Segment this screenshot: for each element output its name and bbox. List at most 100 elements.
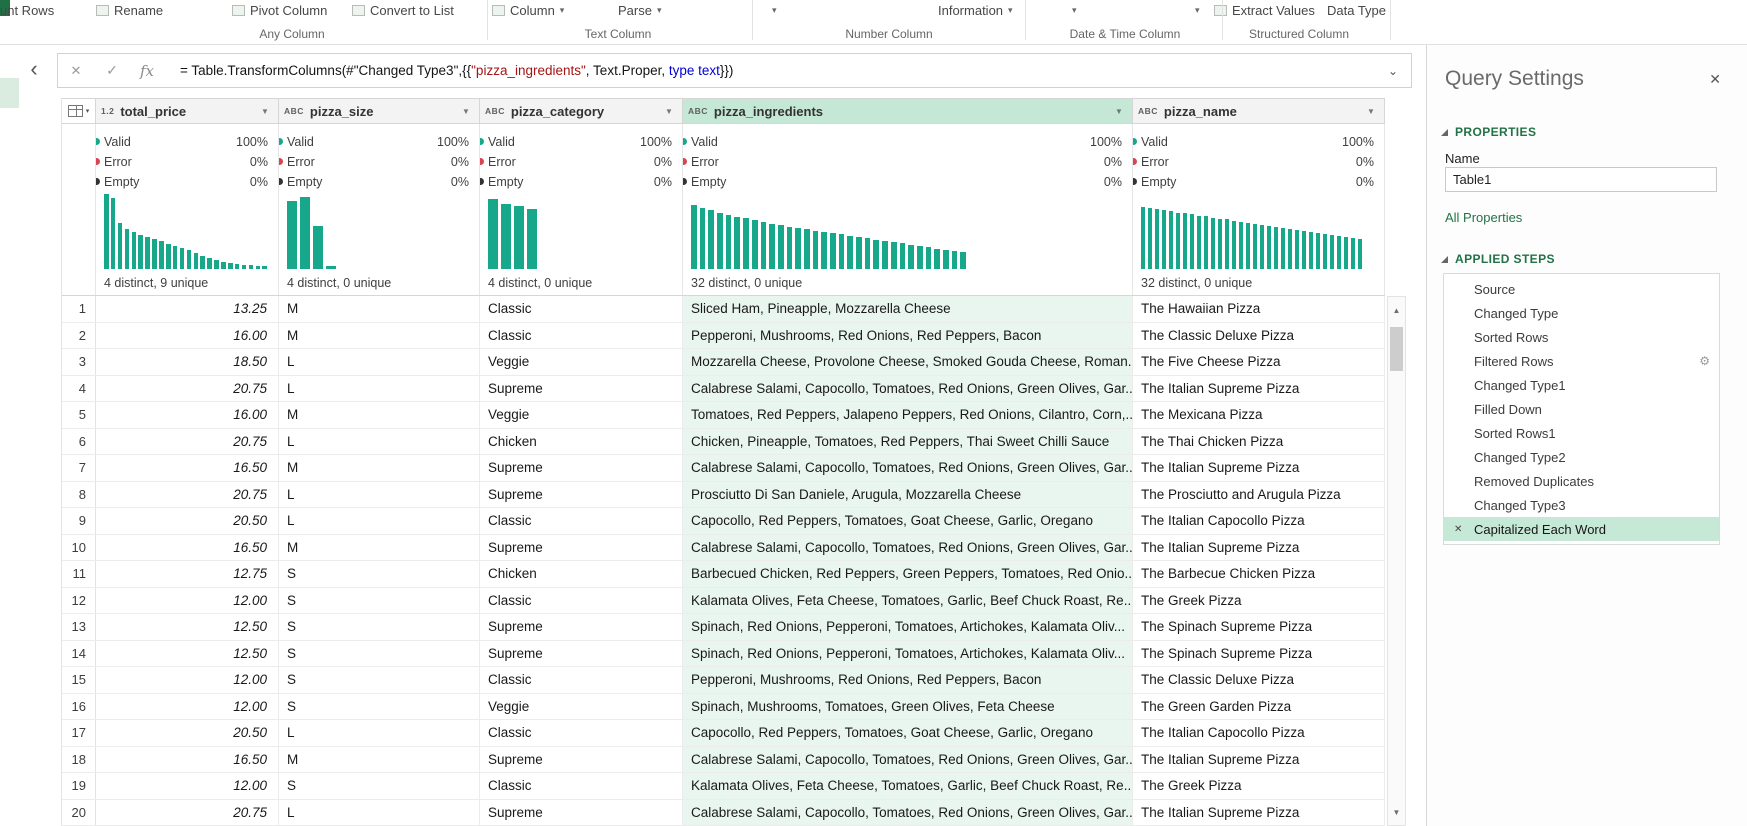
cell-total_price[interactable]: 12.00 [96, 694, 279, 720]
cell-total_price[interactable]: 12.75 [96, 561, 279, 587]
applied-step-filled-down[interactable]: Filled Down [1444, 397, 1719, 421]
query-name-input[interactable] [1445, 167, 1717, 192]
row-number[interactable]: 4 [62, 376, 96, 402]
filter-dropdown-button[interactable]: ▼ [458, 103, 474, 119]
cell-pizza_category[interactable]: Veggie [480, 349, 683, 375]
close-icon[interactable]: ✕ [1709, 71, 1721, 88]
filter-dropdown-button[interactable]: ▼ [257, 103, 273, 119]
cell-pizza_name[interactable]: The Thai Chicken Pizza [1133, 429, 1385, 455]
cell-pizza_ingredients[interactable]: Calabrese Salami, Capocollo, Tomatoes, R… [683, 800, 1133, 826]
row-number[interactable]: 2 [62, 323, 96, 349]
cell-pizza_name[interactable]: The Mexicana Pizza [1133, 402, 1385, 428]
row-number[interactable]: 1 [62, 296, 96, 322]
cell-pizza_category[interactable]: Classic [480, 588, 683, 614]
cell-pizza_name[interactable]: The Barbecue Chicken Pizza [1133, 561, 1385, 587]
cell-pizza_category[interactable]: Veggie [480, 402, 683, 428]
cell-pizza_ingredients[interactable]: Mozzarella Cheese, Provolone Cheese, Smo… [683, 349, 1133, 375]
cell-pizza_name[interactable]: The Spinach Supreme Pizza [1133, 614, 1385, 640]
ribbon-dropdown-caret[interactable]: ▾ [1072, 1, 1077, 19]
cell-pizza_category[interactable]: Supreme [480, 482, 683, 508]
cell-pizza_category[interactable]: Supreme [480, 614, 683, 640]
cell-pizza_size[interactable]: S [279, 561, 480, 587]
collapse-queries-pane-button[interactable]: ‹ [22, 56, 46, 82]
cell-total_price[interactable]: 16.50 [96, 535, 279, 561]
cell-pizza_ingredients[interactable]: Calabrese Salami, Capocollo, Tomatoes, R… [683, 455, 1133, 481]
cell-pizza_category[interactable]: Supreme [480, 641, 683, 667]
cell-pizza_name[interactable]: The Hawaiian Pizza [1133, 296, 1385, 322]
cell-pizza_category[interactable]: Classic [480, 508, 683, 534]
ribbon-button-column[interactable]: Column▾ [492, 1, 564, 19]
cell-pizza_name[interactable]: The Spinach Supreme Pizza [1133, 641, 1385, 667]
formula-expand-button[interactable]: ⌄ [1375, 64, 1411, 78]
cell-pizza_size[interactable]: S [279, 773, 480, 799]
applied-step-changed-type1[interactable]: Changed Type1 [1444, 373, 1719, 397]
cell-pizza_name[interactable]: The Italian Supreme Pizza [1133, 376, 1385, 402]
cell-pizza_category[interactable]: Supreme [480, 455, 683, 481]
ribbon-button-parse[interactable]: Parse▾ [618, 1, 662, 19]
cell-pizza_name[interactable]: The Italian Supreme Pizza [1133, 455, 1385, 481]
properties-section-header[interactable]: PROPERTIES [1441, 125, 1536, 139]
cell-pizza_name[interactable]: The Classic Deluxe Pizza [1133, 323, 1385, 349]
cell-pizza_size[interactable]: L [279, 508, 480, 534]
applied-step-capitalized-each-word[interactable]: ✕Capitalized Each Word [1444, 517, 1719, 541]
cell-pizza_size[interactable]: M [279, 296, 480, 322]
cell-pizza_size[interactable]: S [279, 588, 480, 614]
cell-pizza_ingredients[interactable]: Pepperoni, Mushrooms, Red Onions, Red Pe… [683, 667, 1133, 693]
cell-pizza_category[interactable]: Veggie [480, 694, 683, 720]
cell-pizza_ingredients[interactable]: Chicken, Pineapple, Tomatoes, Red Pepper… [683, 429, 1133, 455]
cell-pizza_name[interactable]: The Green Garden Pizza [1133, 694, 1385, 720]
cell-pizza_ingredients[interactable]: Capocollo, Red Peppers, Tomatoes, Goat C… [683, 508, 1133, 534]
cell-total_price[interactable]: 12.50 [96, 641, 279, 667]
cell-pizza_name[interactable]: The Prosciutto and Arugula Pizza [1133, 482, 1385, 508]
cell-pizza_size[interactable]: L [279, 429, 480, 455]
row-number[interactable]: 3 [62, 349, 96, 375]
cell-pizza_ingredients[interactable]: Barbecued Chicken, Red Peppers, Green Pe… [683, 561, 1133, 587]
cell-total_price[interactable]: 20.50 [96, 720, 279, 746]
cell-pizza_name[interactable]: The Greek Pizza [1133, 773, 1385, 799]
cell-pizza_ingredients[interactable]: Spinach, Mushrooms, Tomatoes, Green Oliv… [683, 694, 1133, 720]
cancel-icon[interactable]: ✕ [58, 63, 94, 79]
row-number[interactable]: 13 [62, 614, 96, 640]
cell-total_price[interactable]: 12.00 [96, 667, 279, 693]
row-number[interactable]: 7 [62, 455, 96, 481]
row-number[interactable]: 20 [62, 800, 96, 826]
cell-pizza_size[interactable]: S [279, 641, 480, 667]
cell-pizza_category[interactable]: Supreme [480, 535, 683, 561]
cell-pizza_category[interactable]: Classic [480, 773, 683, 799]
applied-step-changed-type[interactable]: Changed Type [1444, 301, 1719, 325]
cell-pizza_size[interactable]: L [279, 800, 480, 826]
scroll-down-button[interactable]: ▼ [1388, 801, 1405, 823]
row-number[interactable]: 17 [62, 720, 96, 746]
cell-pizza_category[interactable]: Classic [480, 296, 683, 322]
row-number[interactable]: 9 [62, 508, 96, 534]
column-header-total_price[interactable]: 1.2total_price▼ [96, 99, 279, 124]
cell-total_price[interactable]: 20.75 [96, 800, 279, 826]
scroll-up-button[interactable]: ▲ [1388, 299, 1405, 321]
cell-pizza_ingredients[interactable]: Calabrese Salami, Capocollo, Tomatoes, R… [683, 376, 1133, 402]
cell-pizza_ingredients[interactable]: Prosciutto Di San Daniele, Arugula, Mozz… [683, 482, 1133, 508]
cell-pizza_ingredients[interactable]: Calabrese Salami, Capocollo, Tomatoes, R… [683, 535, 1133, 561]
formula-input[interactable]: = Table.TransformColumns(#"Changed Type3… [180, 63, 1375, 78]
cell-pizza_size[interactable]: M [279, 455, 480, 481]
row-number[interactable]: 16 [62, 694, 96, 720]
ribbon-button-extract-values[interactable]: Extract Values [1214, 1, 1315, 19]
table-corner-button[interactable]: ▾ [62, 99, 96, 124]
column-header-pizza_ingredients[interactable]: ABCpizza_ingredients▼ [683, 99, 1133, 124]
row-number[interactable]: 18 [62, 747, 96, 773]
cell-pizza_name[interactable]: The Italian Supreme Pizza [1133, 800, 1385, 826]
cell-pizza_size[interactable]: M [279, 747, 480, 773]
filter-dropdown-button[interactable]: ▼ [1111, 103, 1127, 119]
cell-pizza_size[interactable]: S [279, 694, 480, 720]
ribbon-button-convert-to-list[interactable]: Convert to List [352, 1, 454, 19]
cell-pizza_size[interactable]: L [279, 376, 480, 402]
cell-pizza_size[interactable]: M [279, 402, 480, 428]
cell-pizza_ingredients[interactable]: Spinach, Red Onions, Pepperoni, Tomatoes… [683, 641, 1133, 667]
applied-step-source[interactable]: Source [1444, 277, 1719, 301]
cell-pizza_category[interactable]: Classic [480, 720, 683, 746]
cell-total_price[interactable]: 16.50 [96, 455, 279, 481]
applied-step-changed-type2[interactable]: Changed Type2 [1444, 445, 1719, 469]
cell-pizza_category[interactable]: Supreme [480, 800, 683, 826]
cell-pizza_category[interactable]: Chicken [480, 561, 683, 587]
cell-pizza_size[interactable]: L [279, 482, 480, 508]
cell-total_price[interactable]: 20.75 [96, 482, 279, 508]
